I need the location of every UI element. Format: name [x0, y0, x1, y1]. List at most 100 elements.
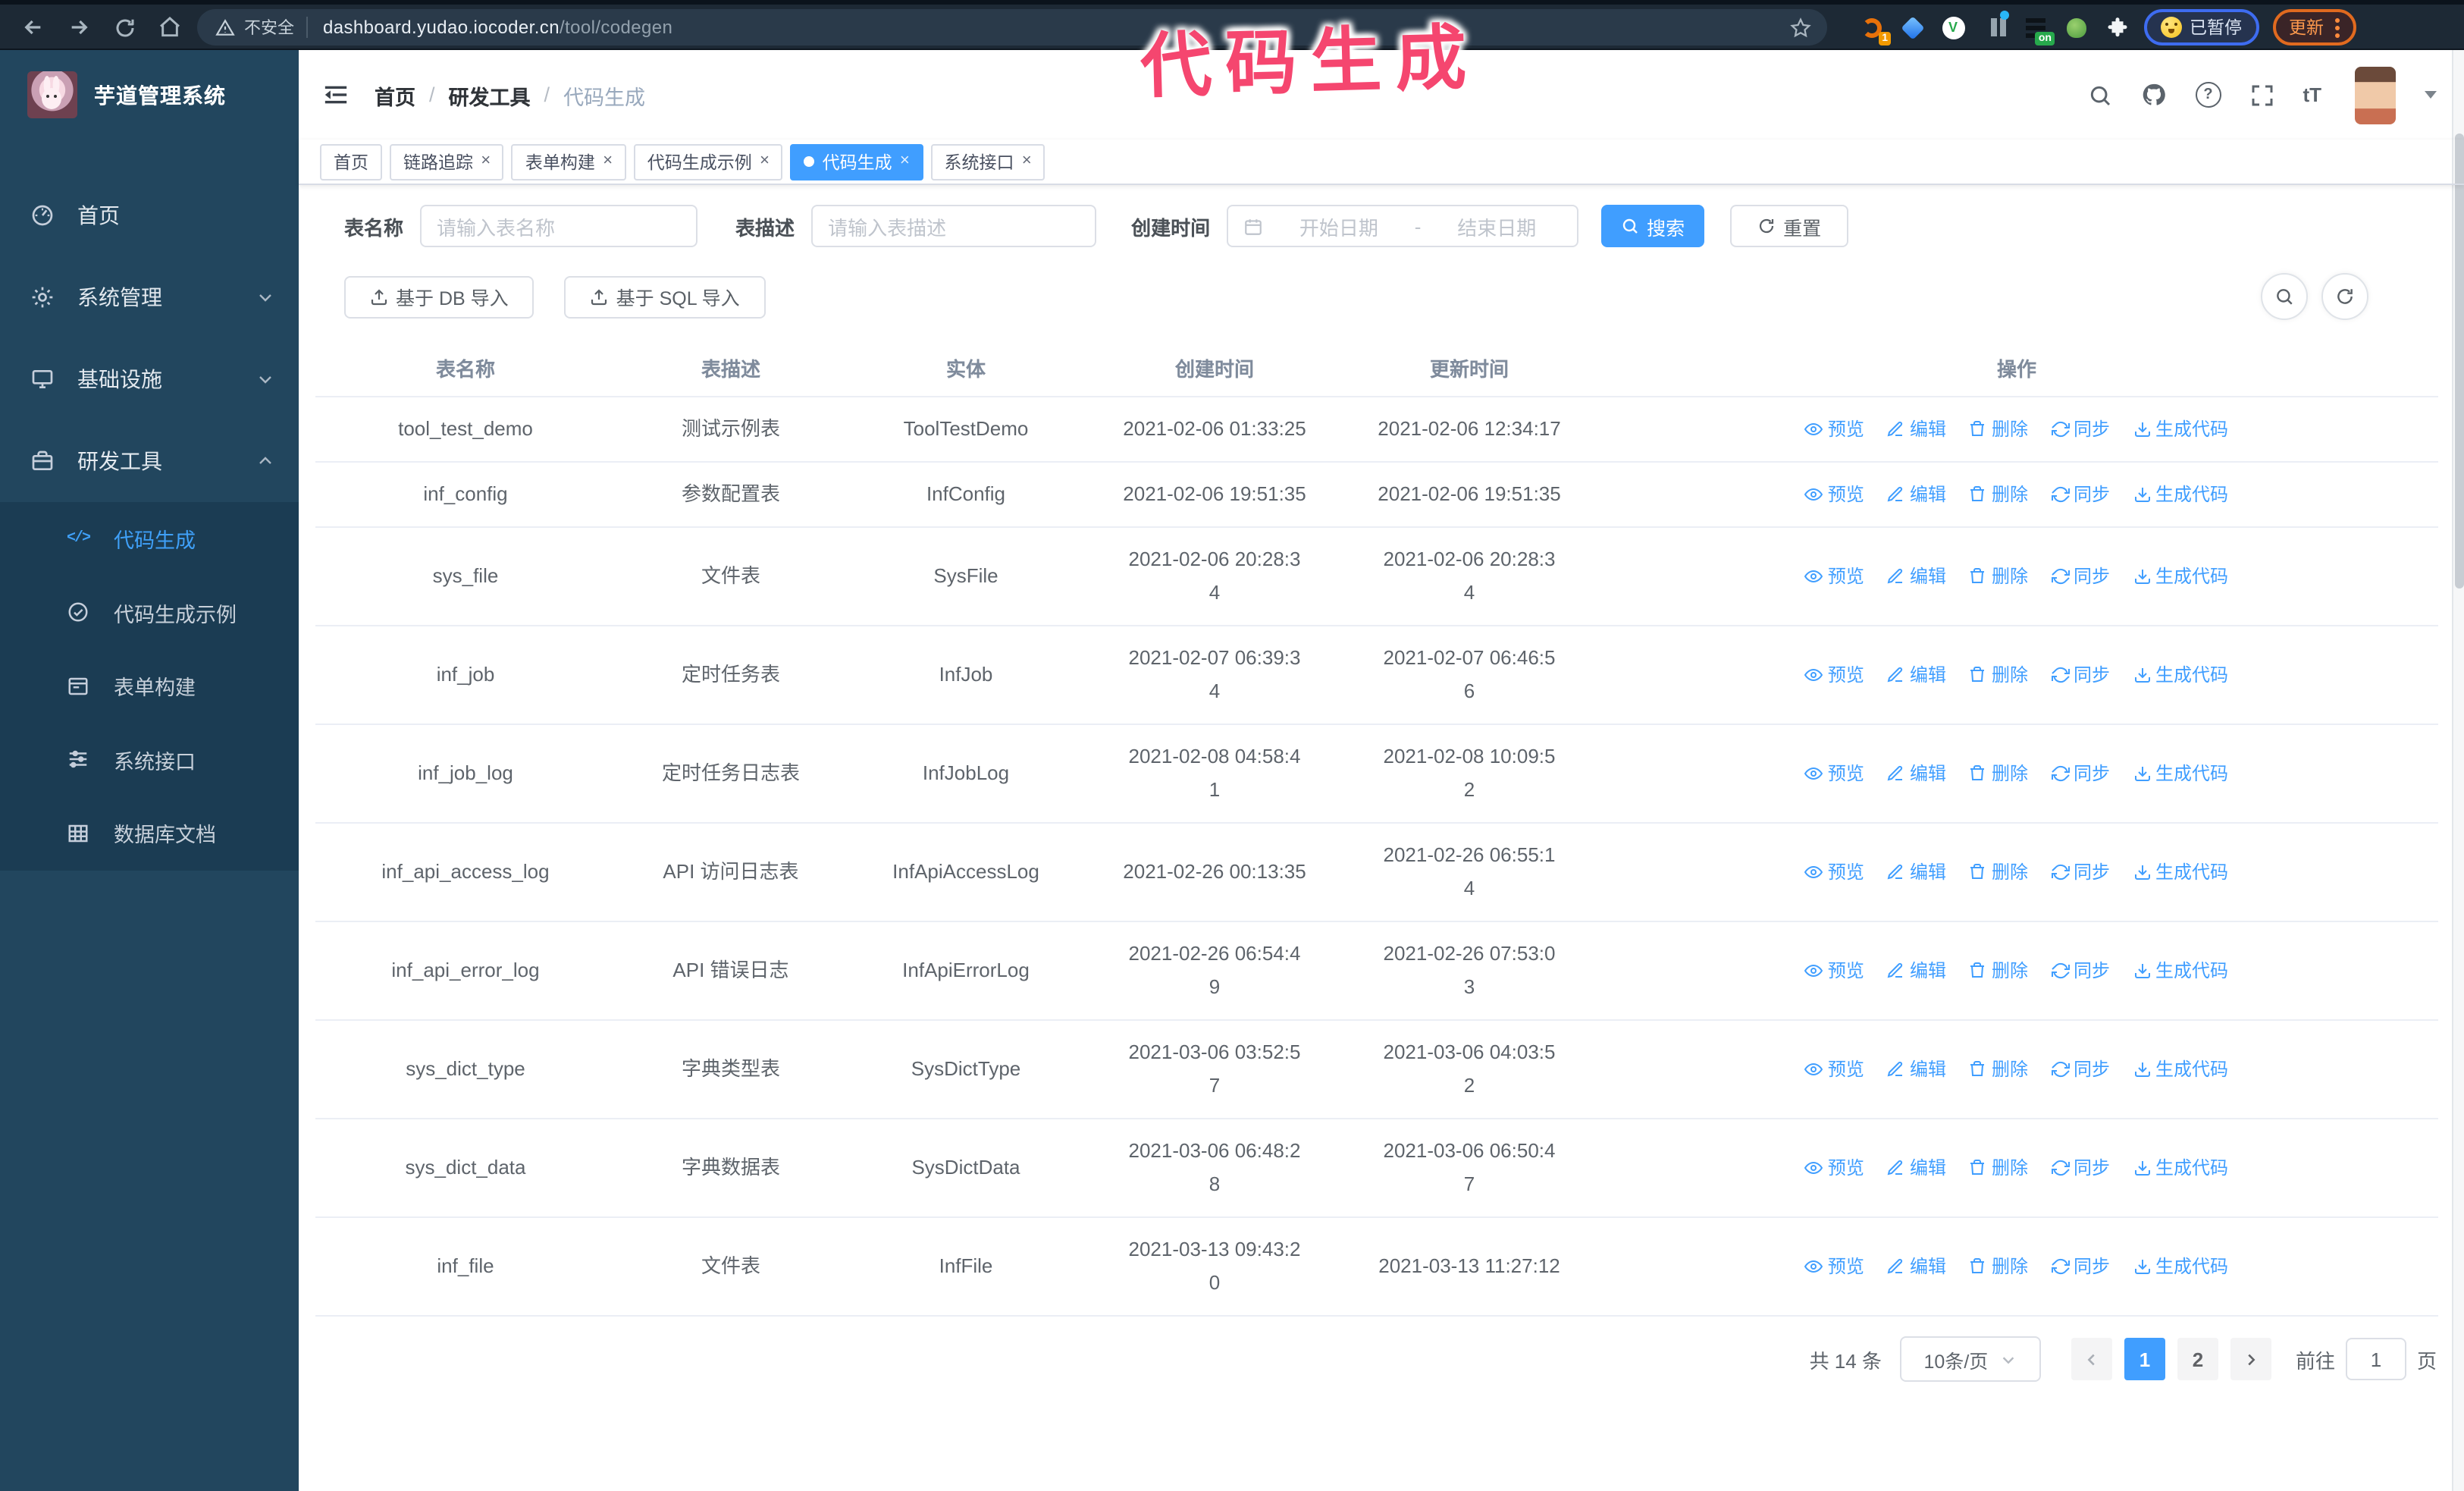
extension-gem-icon[interactable]	[1898, 14, 1926, 41]
edit-button[interactable]: 编辑	[1887, 1151, 1946, 1185]
search-icon[interactable]	[2087, 83, 2111, 107]
help-icon[interactable]: ?	[2195, 82, 2221, 108]
edit-button[interactable]: 编辑	[1887, 413, 1946, 446]
preview-button[interactable]: 预览	[1804, 1250, 1864, 1283]
tab-tag[interactable]: 链路追踪 ×	[390, 143, 504, 180]
warning-icon[interactable]	[215, 17, 235, 37]
prev-page-button[interactable]	[2071, 1338, 2112, 1380]
refresh-table-button[interactable]	[2321, 273, 2368, 320]
sync-button[interactable]: 同步	[2051, 1151, 2110, 1185]
url-bar[interactable]: 不安全 dashboard.yudao.iocoder.cn/tool/code…	[197, 9, 1827, 46]
preview-button[interactable]: 预览	[1804, 757, 1864, 790]
search-button[interactable]: 搜索	[1601, 205, 1705, 247]
edit-button[interactable]: 编辑	[1887, 1250, 1946, 1283]
date-range-picker[interactable]: 开始日期 - 结束日期	[1227, 205, 1579, 247]
edit-button[interactable]: 编辑	[1887, 560, 1946, 593]
import-db-button[interactable]: 基于 DB 导入	[344, 275, 534, 318]
extension-refresh-icon[interactable]: 1	[1857, 14, 1891, 46]
goto-page-input[interactable]: 1	[2345, 1338, 2406, 1380]
sync-button[interactable]: 同步	[2051, 855, 2110, 889]
page-number-button[interactable]: 1	[2124, 1338, 2165, 1380]
back-button[interactable]	[15, 9, 52, 46]
reset-button[interactable]: 重置	[1730, 205, 1849, 247]
chevron-down-icon[interactable]	[2425, 91, 2437, 105]
table-name-input[interactable]: 请输入表名称	[420, 205, 698, 247]
close-icon[interactable]: ×	[760, 152, 770, 170]
star-icon[interactable]	[1789, 16, 1812, 39]
generate-code-button[interactable]: 生成代码	[2133, 1151, 2228, 1185]
delete-button[interactable]: 删除	[1969, 658, 2028, 692]
browser-menu-icon[interactable]	[2334, 17, 2339, 37]
edit-button[interactable]: 编辑	[1887, 1053, 1946, 1086]
generate-code-button[interactable]: 生成代码	[2133, 478, 2228, 511]
close-icon[interactable]: ×	[1022, 152, 1032, 170]
preview-button[interactable]: 预览	[1804, 855, 1864, 889]
preview-button[interactable]: 预览	[1804, 478, 1864, 511]
generate-code-button[interactable]: 生成代码	[2133, 413, 2228, 446]
sidebar-item-infrastructure[interactable]: 基础设施	[0, 338, 299, 420]
github-icon[interactable]	[2140, 82, 2166, 108]
delete-button[interactable]: 删除	[1969, 478, 2028, 511]
delete-button[interactable]: 删除	[1969, 855, 2028, 889]
extension-shield-icon[interactable]: V	[1939, 14, 1967, 41]
preview-button[interactable]: 预览	[1804, 560, 1864, 593]
sidebar-logo[interactable]: 芋道管理系统	[0, 50, 299, 140]
sync-button[interactable]: 同步	[2051, 560, 2110, 593]
tab-tag[interactable]: 系统接口 ×	[930, 143, 1045, 180]
font-size-icon[interactable]: tT	[2303, 83, 2321, 106]
delete-button[interactable]: 删除	[1969, 757, 2028, 790]
edit-button[interactable]: 编辑	[1887, 954, 1946, 987]
generate-code-button[interactable]: 生成代码	[2133, 658, 2228, 692]
breadcrumb-home[interactable]: 首页	[375, 80, 415, 110]
breadcrumb-dev-tools[interactable]: 研发工具	[449, 80, 531, 110]
generate-code-button[interactable]: 生成代码	[2133, 1250, 2228, 1283]
next-page-button[interactable]	[2230, 1338, 2271, 1380]
fullscreen-icon[interactable]	[2249, 83, 2274, 107]
import-sql-button[interactable]: 基于 SQL 导入	[564, 275, 766, 318]
sidebar-item-system-api[interactable]: 系统接口	[0, 723, 299, 796]
sidebar-item-codegen-example[interactable]: 代码生成示例	[0, 576, 299, 649]
generate-code-button[interactable]: 生成代码	[2133, 954, 2228, 987]
edit-button[interactable]: 编辑	[1887, 855, 1946, 889]
sidebar-item-home[interactable]: 首页	[0, 174, 299, 256]
sync-button[interactable]: 同步	[2051, 757, 2110, 790]
extension-monkey-icon[interactable]	[2062, 14, 2089, 41]
delete-button[interactable]: 删除	[1969, 1151, 2028, 1185]
page-size-select[interactable]: 10条/页	[1899, 1336, 2041, 1382]
avatar[interactable]	[2355, 66, 2396, 124]
edit-button[interactable]: 编辑	[1887, 658, 1946, 692]
puzzle-icon[interactable]	[2103, 14, 2130, 41]
profile-paused-button[interactable]: 已暂停	[2144, 9, 2259, 46]
sync-button[interactable]: 同步	[2051, 1250, 2110, 1283]
delete-button[interactable]: 删除	[1969, 413, 2028, 446]
sync-button[interactable]: 同步	[2051, 413, 2110, 446]
generate-code-button[interactable]: 生成代码	[2133, 1053, 2228, 1086]
generate-code-button[interactable]: 生成代码	[2133, 560, 2228, 593]
forward-button[interactable]	[61, 9, 97, 46]
tab-tag[interactable]: 表单构建 ×	[511, 143, 626, 180]
delete-button[interactable]: 删除	[1969, 1053, 2028, 1086]
toggle-search-button[interactable]	[2261, 273, 2308, 320]
preview-button[interactable]: 预览	[1804, 1151, 1864, 1185]
sidebar-item-dev-tools[interactable]: 研发工具	[0, 420, 299, 502]
close-icon[interactable]: ×	[481, 152, 491, 170]
generate-code-button[interactable]: 生成代码	[2133, 757, 2228, 790]
preview-button[interactable]: 预览	[1804, 1053, 1864, 1086]
sidebar-item-db-docs[interactable]: 数据库文档	[0, 796, 299, 870]
preview-button[interactable]: 预览	[1804, 954, 1864, 987]
tab-tag[interactable]: 代码生成示例 ×	[633, 143, 783, 180]
sync-button[interactable]: 同步	[2051, 658, 2110, 692]
edit-button[interactable]: 编辑	[1887, 757, 1946, 790]
sync-button[interactable]: 同步	[2051, 954, 2110, 987]
sidebar-item-form-builder[interactable]: 表单构建	[0, 649, 299, 723]
delete-button[interactable]: 删除	[1969, 954, 2028, 987]
scrollbar-thumb[interactable]	[2455, 133, 2464, 589]
extension-dark-icon[interactable]: on	[2021, 14, 2055, 46]
sync-button[interactable]: 同步	[2051, 478, 2110, 511]
extension-columns-icon[interactable]	[1980, 11, 2009, 41]
sidebar-item-system-management[interactable]: 系统管理	[0, 256, 299, 338]
delete-button[interactable]: 删除	[1969, 560, 2028, 593]
close-icon[interactable]: ×	[603, 152, 613, 170]
update-button[interactable]: 更新	[2272, 9, 2356, 46]
generate-code-button[interactable]: 生成代码	[2133, 855, 2228, 889]
